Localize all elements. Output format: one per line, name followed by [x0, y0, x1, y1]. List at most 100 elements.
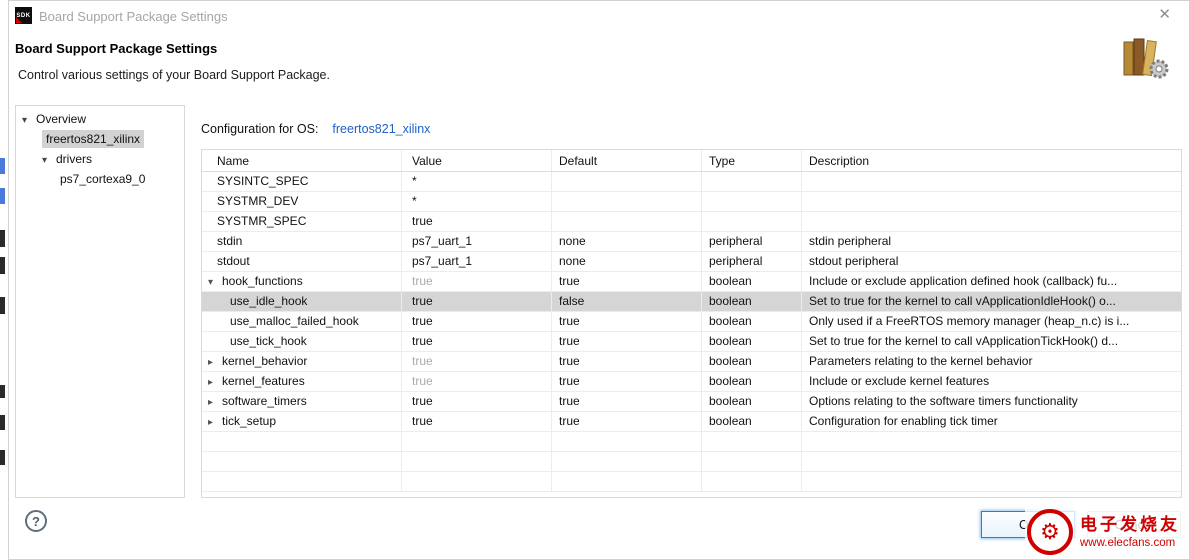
- cell-type: peripheral: [702, 252, 802, 271]
- sidebar-item-label: Overview: [36, 112, 86, 126]
- cell-type: boolean: [702, 392, 802, 411]
- setting-name: stdout: [217, 254, 250, 268]
- settings-table-body: SYSINTC_SPEC*SYSTMR_DEV*SYSTMR_SPECtrues…: [202, 172, 1181, 492]
- chevron-down-icon[interactable]: ▾: [42, 151, 56, 171]
- chevron-down-icon[interactable]: ▾: [22, 111, 36, 131]
- chevron-right-icon[interactable]: ▸: [208, 353, 222, 371]
- cell-default: true: [552, 352, 702, 371]
- column-header-description[interactable]: Description: [802, 150, 1181, 171]
- column-header-name[interactable]: Name: [202, 150, 402, 171]
- cell-description: [802, 172, 1181, 191]
- edge-fragment: [0, 158, 5, 174]
- cell-default: none: [552, 252, 702, 271]
- sidebar-item-label: freertos821_xilinx: [42, 130, 144, 148]
- table-row-SYSTMR_DEV[interactable]: SYSTMR_DEV*: [202, 192, 1181, 212]
- cell-type: boolean: [702, 312, 802, 331]
- table-row-tick_setup[interactable]: ▸tick_setuptruetruebooleanConfiguration …: [202, 412, 1181, 432]
- table-row-stdin[interactable]: stdinps7_uart_1noneperipheralstdin perip…: [202, 232, 1181, 252]
- os-name-link[interactable]: freertos821_xilinx: [332, 122, 430, 136]
- setting-name: hook_functions: [222, 274, 303, 288]
- cell-name: stdin: [202, 232, 402, 251]
- cell-empty: [802, 432, 1181, 451]
- cell-value: ps7_uart_1: [402, 232, 552, 251]
- page-title: Board Support Package Settings: [15, 41, 217, 56]
- cell-type: boolean: [702, 372, 802, 391]
- cell-type: [702, 172, 802, 191]
- cell-empty: [552, 432, 702, 451]
- cell-default: none: [552, 232, 702, 251]
- table-row-SYSTMR_SPEC[interactable]: SYSTMR_SPECtrue: [202, 212, 1181, 232]
- cell-empty: [402, 432, 552, 451]
- sidebar-item-label: ps7_cortexa9_0: [60, 172, 145, 186]
- setting-name: software_timers: [222, 394, 307, 408]
- cell-empty: [802, 452, 1181, 471]
- sidebar-item-Overview[interactable]: ▾Overview: [16, 109, 184, 129]
- cell-empty: [402, 452, 552, 471]
- table-header-row: NameValueDefaultTypeDescription: [202, 150, 1181, 172]
- cell-default: true: [552, 412, 702, 431]
- cell-type: [702, 212, 802, 231]
- cell-value: true: [402, 312, 552, 331]
- setting-name: SYSINTC_SPEC: [217, 174, 308, 188]
- table-row-use_malloc_failed_hook[interactable]: use_malloc_failed_hooktruetruebooleanOnl…: [202, 312, 1181, 332]
- table-row-kernel_behavior[interactable]: ▸kernel_behaviortruetruebooleanParameter…: [202, 352, 1181, 372]
- sidebar-item-freertos821_xilinx[interactable]: freertos821_xilinx: [16, 129, 184, 149]
- sidebar-item-drivers[interactable]: ▾drivers: [16, 149, 184, 169]
- setting-name: tick_setup: [222, 414, 276, 428]
- column-header-type[interactable]: Type: [702, 150, 802, 171]
- table-row-stdout[interactable]: stdoutps7_uart_1noneperipheralstdout per…: [202, 252, 1181, 272]
- watermark-text: 电子发烧友 www.elecfans.com: [1080, 514, 1180, 550]
- table-row-software_timers[interactable]: ▸software_timerstruetruebooleanOptions r…: [202, 392, 1181, 412]
- cell-default: [552, 212, 702, 231]
- cell-empty: [702, 472, 802, 491]
- cell-type: boolean: [702, 292, 802, 311]
- setting-name: kernel_behavior: [222, 354, 307, 368]
- edge-fragment: [0, 385, 5, 398]
- cell-empty: [552, 452, 702, 471]
- table-row-SYSINTC_SPEC[interactable]: SYSINTC_SPEC*: [202, 172, 1181, 192]
- config-line: Configuration for OS: freertos821_xilinx: [201, 122, 430, 136]
- cell-type: boolean: [702, 272, 802, 291]
- cell-name: stdout: [202, 252, 402, 271]
- elecfans-logo-icon: ⚙: [1027, 509, 1073, 555]
- cell-default: true: [552, 272, 702, 291]
- edge-fragment: [0, 415, 5, 430]
- edge-fragment: [0, 188, 5, 204]
- table-row-use_tick_hook[interactable]: use_tick_hooktruetruebooleanSet to true …: [202, 332, 1181, 352]
- cell-empty: [202, 452, 402, 471]
- table-row-kernel_features[interactable]: ▸kernel_featurestruetruebooleanInclude o…: [202, 372, 1181, 392]
- column-header-value[interactable]: Value: [402, 150, 552, 171]
- table-row-use_idle_hook[interactable]: use_idle_hooktruefalsebooleanSet to true…: [202, 292, 1181, 312]
- cell-value: ps7_uart_1: [402, 252, 552, 271]
- cell-empty: [552, 472, 702, 491]
- gear-icon: ⚙: [1040, 519, 1060, 545]
- cell-empty: [202, 472, 402, 491]
- setting-name: use_idle_hook: [230, 294, 307, 308]
- chevron-right-icon[interactable]: ▸: [208, 413, 222, 431]
- table-row-hook_functions[interactable]: ▾hook_functionstruetruebooleanInclude or…: [202, 272, 1181, 292]
- cell-description: Only used if a FreeRTOS memory manager (…: [802, 312, 1181, 331]
- cell-name: use_malloc_failed_hook: [202, 312, 402, 331]
- cell-empty: [202, 432, 402, 451]
- sidebar-item-ps7_cortexa9_0[interactable]: ps7_cortexa9_0: [16, 169, 184, 189]
- chevron-right-icon[interactable]: ▸: [208, 373, 222, 391]
- cell-description: Parameters relating to the kernel behavi…: [802, 352, 1181, 371]
- sidebar-tree: ▾Overviewfreertos821_xilinx▾driversps7_c…: [15, 105, 185, 498]
- cell-description: Set to true for the kernel to call vAppl…: [802, 332, 1181, 351]
- chevron-right-icon[interactable]: ▸: [208, 393, 222, 411]
- cell-type: boolean: [702, 352, 802, 371]
- settings-table: NameValueDefaultTypeDescription SYSINTC_…: [201, 149, 1182, 498]
- config-label: Configuration for OS:: [201, 122, 318, 136]
- help-button[interactable]: ?: [25, 510, 47, 532]
- sidebar-item-label: drivers: [56, 152, 92, 166]
- cell-description: [802, 192, 1181, 211]
- cell-value: true: [402, 332, 552, 351]
- cell-type: peripheral: [702, 232, 802, 251]
- cell-name: SYSINTC_SPEC: [202, 172, 402, 191]
- setting-name: SYSTMR_DEV: [217, 194, 298, 208]
- close-icon[interactable]: ✕: [1158, 7, 1171, 23]
- chevron-down-icon[interactable]: ▾: [208, 273, 222, 291]
- column-header-default[interactable]: Default: [552, 150, 702, 171]
- cell-value: true: [402, 292, 552, 311]
- cell-default: true: [552, 332, 702, 351]
